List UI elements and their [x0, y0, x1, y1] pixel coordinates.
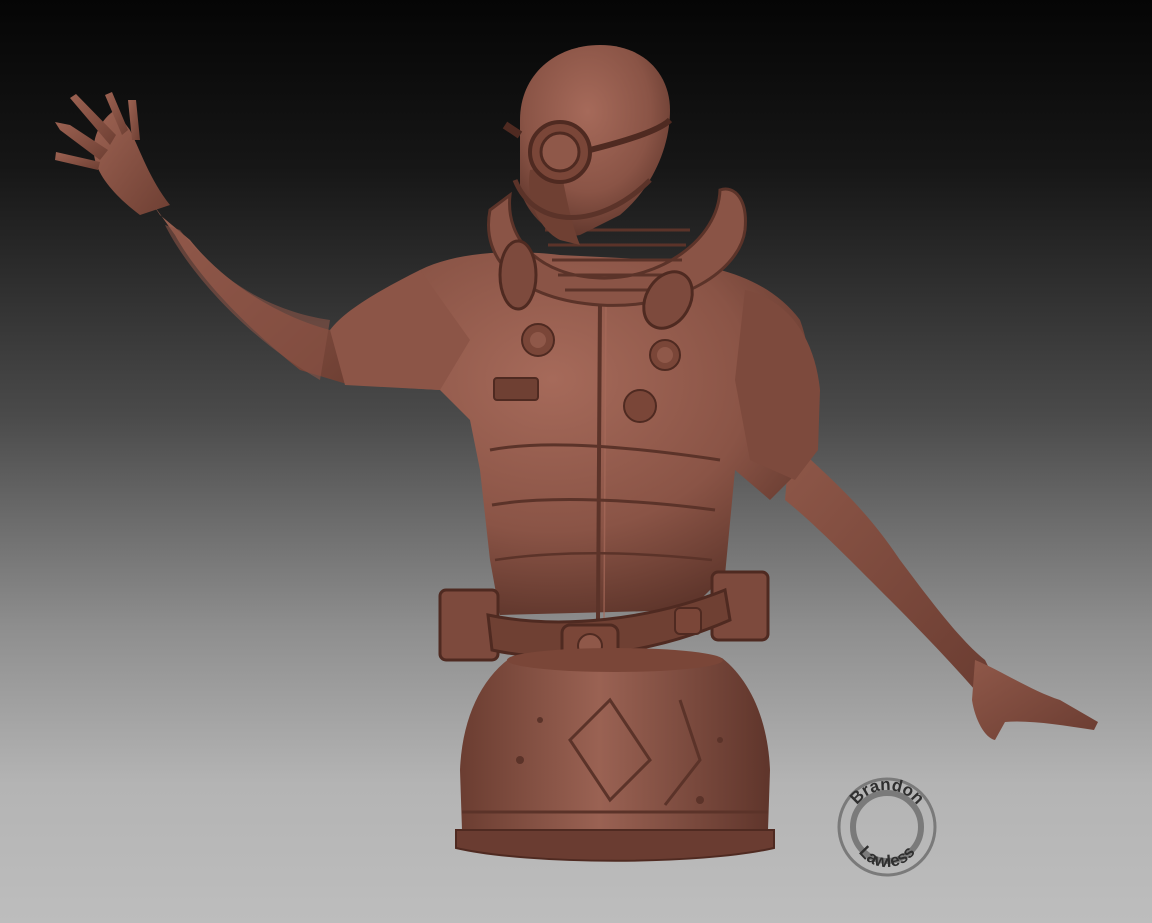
left-hand: [55, 92, 170, 215]
signature-first-name: Brandon: [846, 776, 928, 808]
sculpt-render: Brandon Lawless SP-2E11: [0, 0, 1152, 923]
helmet-head: [502, 45, 673, 245]
artist-signature-watermark: Brandon Lawless: [836, 776, 938, 878]
right-hand: [972, 660, 1098, 740]
signature-logo: Brandon Lawless: [837, 776, 937, 877]
left-arm: [150, 200, 350, 385]
signature-last-name: Lawless: [855, 842, 918, 871]
clay-bust-sculpture: [55, 45, 1098, 862]
pedestal-base: [455, 648, 775, 862]
torso-jacket: [330, 252, 820, 621]
right-arm: [785, 440, 1000, 690]
